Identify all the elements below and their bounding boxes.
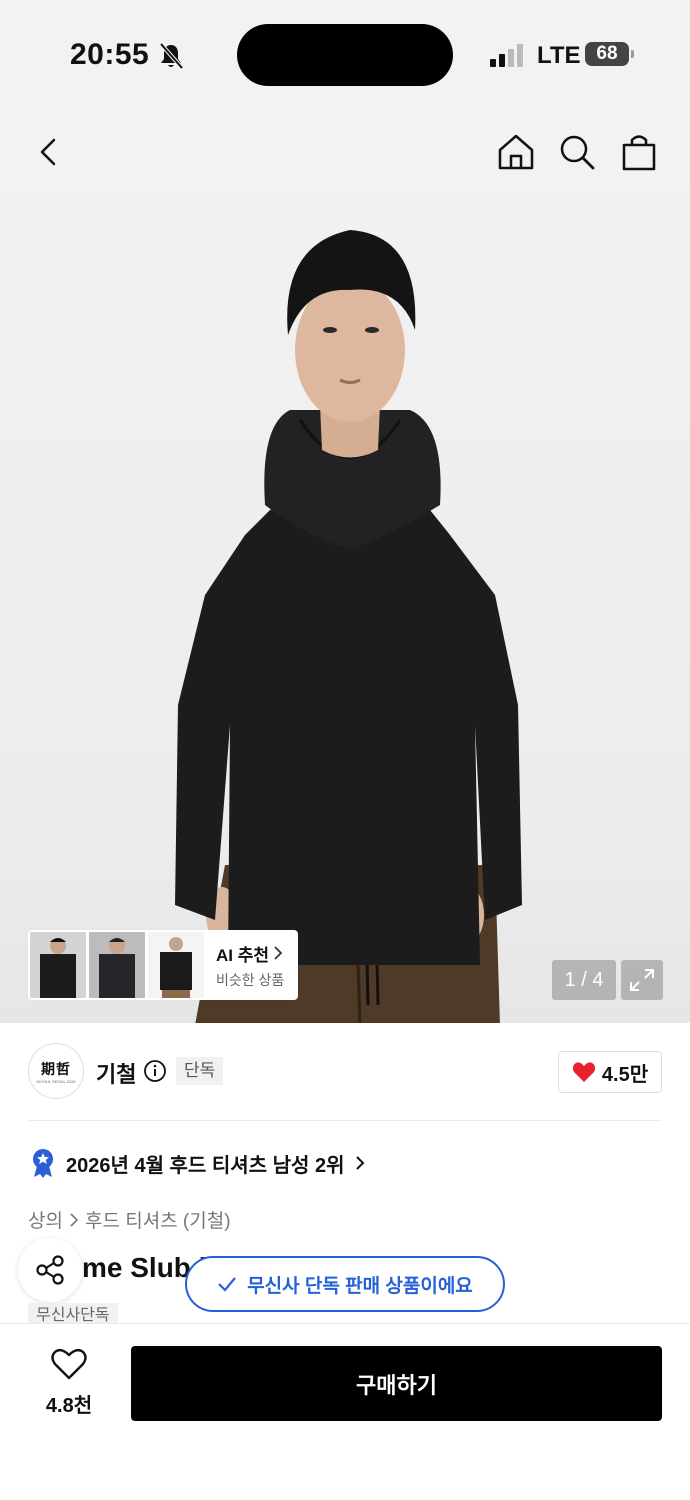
product-image-gallery[interactable]: AI 추천 비슷한 상품 1 / 4 — [0, 110, 690, 1023]
back-icon[interactable] — [28, 130, 72, 174]
expand-icon[interactable] — [621, 960, 663, 1000]
exclusive-toast: 무신사 단독 판매 상품이에요 — [185, 1256, 505, 1312]
brand-like-count: 4.5만 — [601, 1063, 649, 1086]
dynamic-island — [237, 24, 453, 86]
breadcrumb: 상의 후드 티셔츠 (기철) — [28, 1206, 231, 1233]
buy-button[interactable]: 구매하기 — [131, 1346, 662, 1421]
bag-icon[interactable] — [617, 130, 661, 174]
ai-recommendation-title-text: AI 추천 — [216, 945, 270, 965]
battery-indicator: 68 — [585, 42, 634, 66]
toast-text: 무신사 단독 판매 상품이에요 — [247, 1275, 473, 1297]
exclusive-tag: 단독 — [176, 1057, 224, 1085]
brand-logo-text: 期哲 — [41, 1061, 71, 1078]
product-photo — [175, 230, 522, 1023]
breadcrumb-level1[interactable]: 상의 — [28, 1206, 63, 1233]
check-icon — [218, 1277, 237, 1292]
bottom-action-bar: 4.8천 구매하기 — [0, 1323, 690, 1500]
ai-recommendation-title: AI 추천 — [216, 941, 284, 966]
ai-thumbnail — [148, 932, 204, 998]
chevron-right-icon — [274, 946, 283, 960]
heart-icon — [572, 1062, 596, 1082]
chevron-right-icon — [355, 1156, 364, 1170]
search-icon[interactable] — [555, 130, 599, 174]
network-label: LTE — [537, 42, 581, 69]
ai-recommendation-card[interactable]: AI 추천 비슷한 상품 — [28, 930, 298, 1000]
badge-icon — [33, 1149, 53, 1178]
image-pager: 1 / 4 — [552, 960, 616, 1000]
signal-icon — [490, 44, 523, 67]
home-icon[interactable] — [494, 130, 538, 174]
bell-off-icon — [159, 42, 184, 70]
brand-like-button[interactable]: 4.5만 — [558, 1051, 662, 1093]
brand-row: 期哲 KICHUL SEOUL 2026 기철 단독 4.5만 — [28, 1023, 662, 1121]
breadcrumb-level2[interactable]: 후드 티셔츠 (기철) — [85, 1206, 231, 1233]
ranking-link[interactable]: 2026년 4월 후드 티셔츠 남성 2위 — [30, 1148, 365, 1178]
brand-logo[interactable]: 期哲 KICHUL SEOUL 2026 — [28, 1043, 84, 1099]
wishlist-count: 4.8천 — [45, 1395, 93, 1417]
heart-outline-icon — [51, 1348, 87, 1380]
ai-thumbnail — [89, 932, 145, 998]
share-button[interactable] — [18, 1238, 82, 1302]
ai-thumbnail — [30, 932, 86, 998]
ai-recommendation-subtitle: 비슷한 상품 — [216, 971, 285, 988]
wishlist-button[interactable]: 4.8천 — [28, 1348, 110, 1428]
status-time: 20:55 — [70, 38, 150, 71]
brand-name[interactable]: 기철 — [96, 1057, 136, 1089]
info-icon[interactable] — [143, 1059, 167, 1083]
brand-logo-subtext: KICHUL SEOUL 2026 — [36, 1078, 76, 1084]
chevron-right-icon — [70, 1212, 79, 1227]
status-bar: 20:55 LTE 68 — [0, 0, 690, 110]
ranking-text: 2026년 4월 후드 티셔츠 남성 2위 — [66, 1154, 345, 1177]
share-icon — [36, 1255, 64, 1285]
